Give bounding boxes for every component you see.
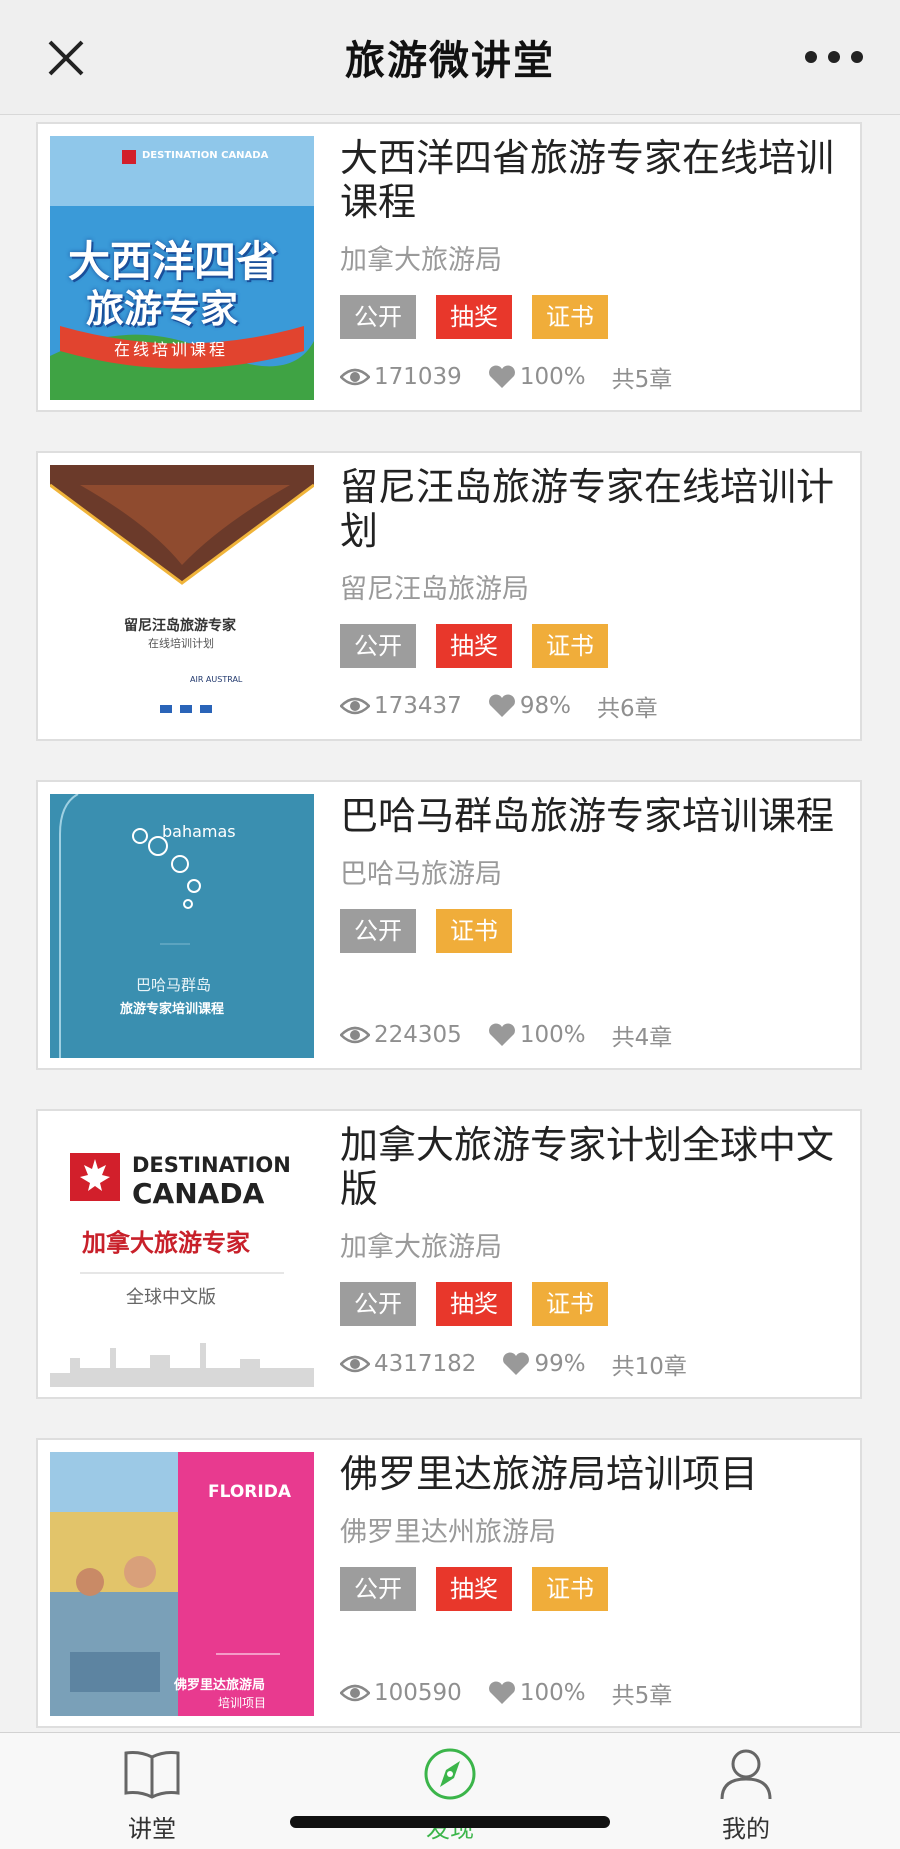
course-title[interactable]: 大西洋四省旅游专家在线培训课程	[340, 136, 840, 224]
tag-public: 公开	[340, 624, 416, 668]
view-count: 171039	[374, 364, 462, 390]
course-org: 加拿大旅游局	[340, 245, 502, 276]
view-count: 100590	[374, 1680, 462, 1706]
thumb-line1: 佛罗里达旅游局	[174, 1678, 266, 1693]
view-count: 173437	[374, 693, 462, 719]
thumb-ribbon: 在线培训课程	[114, 340, 229, 359]
chapter-count: 共5章	[611, 367, 673, 393]
view-count: 224305	[374, 1022, 462, 1048]
thumb-brand: FLORIDA	[208, 1482, 291, 1502]
tag-certificate: 证书	[532, 1282, 608, 1326]
course-card[interactable]: FLORIDA 佛罗里达旅游局 培训项目 佛罗里达旅游局培训项目 佛罗里达州旅游…	[36, 1438, 862, 1728]
tab-discover[interactable]: 发现	[360, 1747, 540, 1844]
compass-icon	[424, 1748, 476, 1800]
course-org: 加拿大旅游局	[340, 1232, 502, 1263]
heart-icon	[488, 1023, 515, 1046]
like-rate: 100%	[519, 364, 586, 390]
course-org: 巴哈马旅游局	[340, 859, 502, 890]
tag-row: 公开 抽奖 证书	[340, 1282, 840, 1326]
view-count: 4317182	[374, 1351, 477, 1377]
thumb-line2: 培训项目	[218, 1696, 267, 1710]
tag-row: 公开 抽奖 证书	[340, 624, 840, 668]
user-icon	[720, 1749, 772, 1800]
more-icon[interactable]	[804, 50, 864, 64]
chapter-count: 共5章	[611, 1683, 673, 1709]
thumb-line1: 巴哈马群岛	[136, 976, 212, 994]
tag-row: 公开 抽奖 证书	[340, 1567, 840, 1611]
heart-icon	[488, 365, 515, 388]
top-bar: 旅游微讲堂	[0, 0, 900, 115]
heart-icon	[488, 694, 515, 717]
tab-mine[interactable]: 我的	[656, 1747, 836, 1844]
bottom-tab-bar: 讲堂 发现 我的	[0, 1732, 900, 1849]
course-list: DESTINATION CANADA 大西洋四省 旅游专家 在线培训课程 大西洋…	[0, 114, 900, 1732]
thumb-brand-line1: DESTINATION	[132, 1153, 291, 1177]
tag-certificate: 证书	[532, 624, 608, 668]
course-stats: 100590 100% 共5章	[340, 1676, 672, 1710]
course-stats: 4317182 99% 共10章	[340, 1347, 687, 1381]
course-thumbnail: DESTINATION CANADA 大西洋四省 旅游专家 在线培训课程	[50, 136, 314, 400]
tab-label: 讲堂	[128, 1815, 176, 1843]
eye-icon	[340, 368, 370, 386]
course-thumbnail: 留尼汪岛旅游专家 在线培训计划 AIR AUSTRAL	[50, 465, 314, 729]
tag-lottery: 抽奖	[436, 1567, 512, 1611]
chapter-count: 共4章	[611, 1025, 673, 1051]
thumb-brand: AIR AUSTRAL	[190, 675, 243, 684]
tag-certificate: 证书	[532, 295, 608, 339]
course-card[interactable]: DESTINATION CANADA 加拿大旅游专家 全球中文版 加拿大旅游专家…	[36, 1109, 862, 1399]
thumb-line2: 在线培训计划	[148, 637, 214, 650]
heart-icon	[488, 1681, 515, 1704]
course-title[interactable]: 巴哈马群岛旅游专家培训课程	[340, 794, 840, 838]
thumb-line2: 全球中文版	[126, 1287, 216, 1308]
chapter-count: 共6章	[596, 696, 658, 722]
chapter-count: 共10章	[611, 1354, 687, 1380]
tag-public: 公开	[340, 1282, 416, 1326]
like-rate: 99%	[534, 1351, 586, 1377]
eye-icon	[340, 1026, 370, 1044]
thumb-brand: DESTINATION CANADA	[142, 150, 269, 161]
course-title[interactable]: 留尼汪岛旅游专家在线培训计划	[340, 465, 840, 553]
page-title: 旅游微讲堂	[345, 38, 555, 84]
tag-public: 公开	[340, 295, 416, 339]
thumb-line2: 旅游专家	[86, 287, 239, 331]
tag-row: 公开 证书	[340, 909, 840, 953]
eye-icon	[340, 1684, 370, 1702]
course-stats: 171039 100% 共5章	[340, 360, 672, 394]
tag-public: 公开	[340, 1567, 416, 1611]
tab-lecture[interactable]: 讲堂	[62, 1747, 242, 1844]
like-rate: 100%	[519, 1680, 586, 1706]
course-stats: 173437 98% 共6章	[340, 689, 658, 723]
eye-icon	[340, 1355, 370, 1373]
like-rate: 100%	[519, 1022, 586, 1048]
tag-certificate: 证书	[436, 909, 512, 953]
tab-label: 我的	[722, 1815, 770, 1843]
thumb-line1: 加拿大旅游专家	[82, 1229, 250, 1257]
course-thumbnail: DESTINATION CANADA 加拿大旅游专家 全球中文版	[50, 1123, 314, 1387]
tag-row: 公开 抽奖 证书	[340, 295, 840, 339]
thumb-line2: 旅游专家培训课程	[120, 1002, 225, 1017]
course-thumbnail: bahamas 巴哈马群岛 旅游专家培训课程	[50, 794, 314, 1058]
home-indicator[interactable]	[290, 1816, 610, 1828]
thumb-brand: bahamas	[162, 822, 236, 841]
tag-certificate: 证书	[532, 1567, 608, 1611]
tag-public: 公开	[340, 909, 416, 953]
thumb-brand-line2: CANADA	[132, 1177, 265, 1210]
course-org: 佛罗里达州旅游局	[340, 1517, 556, 1548]
heart-icon	[503, 1352, 530, 1375]
book-icon	[124, 1751, 180, 1799]
course-thumbnail: FLORIDA 佛罗里达旅游局 培训项目	[50, 1452, 314, 1716]
course-card[interactable]: bahamas 巴哈马群岛 旅游专家培训课程 巴哈马群岛旅游专家培训课程 巴哈马…	[36, 780, 862, 1070]
like-rate: 98%	[519, 693, 571, 719]
course-org: 留尼汪岛旅游局	[340, 574, 529, 605]
course-title[interactable]: 佛罗里达旅游局培训项目	[340, 1452, 840, 1496]
thumb-line1: 留尼汪岛旅游专家	[124, 618, 236, 634]
tag-lottery: 抽奖	[436, 295, 512, 339]
tag-lottery: 抽奖	[436, 624, 512, 668]
course-stats: 224305 100% 共4章	[340, 1018, 672, 1052]
course-title[interactable]: 加拿大旅游专家计划全球中文版	[340, 1123, 840, 1211]
course-card[interactable]: DESTINATION CANADA 大西洋四省 旅游专家 在线培训课程 大西洋…	[36, 122, 862, 412]
course-card[interactable]: 留尼汪岛旅游专家 在线培训计划 AIR AUSTRAL 留尼汪岛旅游专家在线培训…	[36, 451, 862, 741]
eye-icon	[340, 697, 370, 715]
tag-lottery: 抽奖	[436, 1282, 512, 1326]
